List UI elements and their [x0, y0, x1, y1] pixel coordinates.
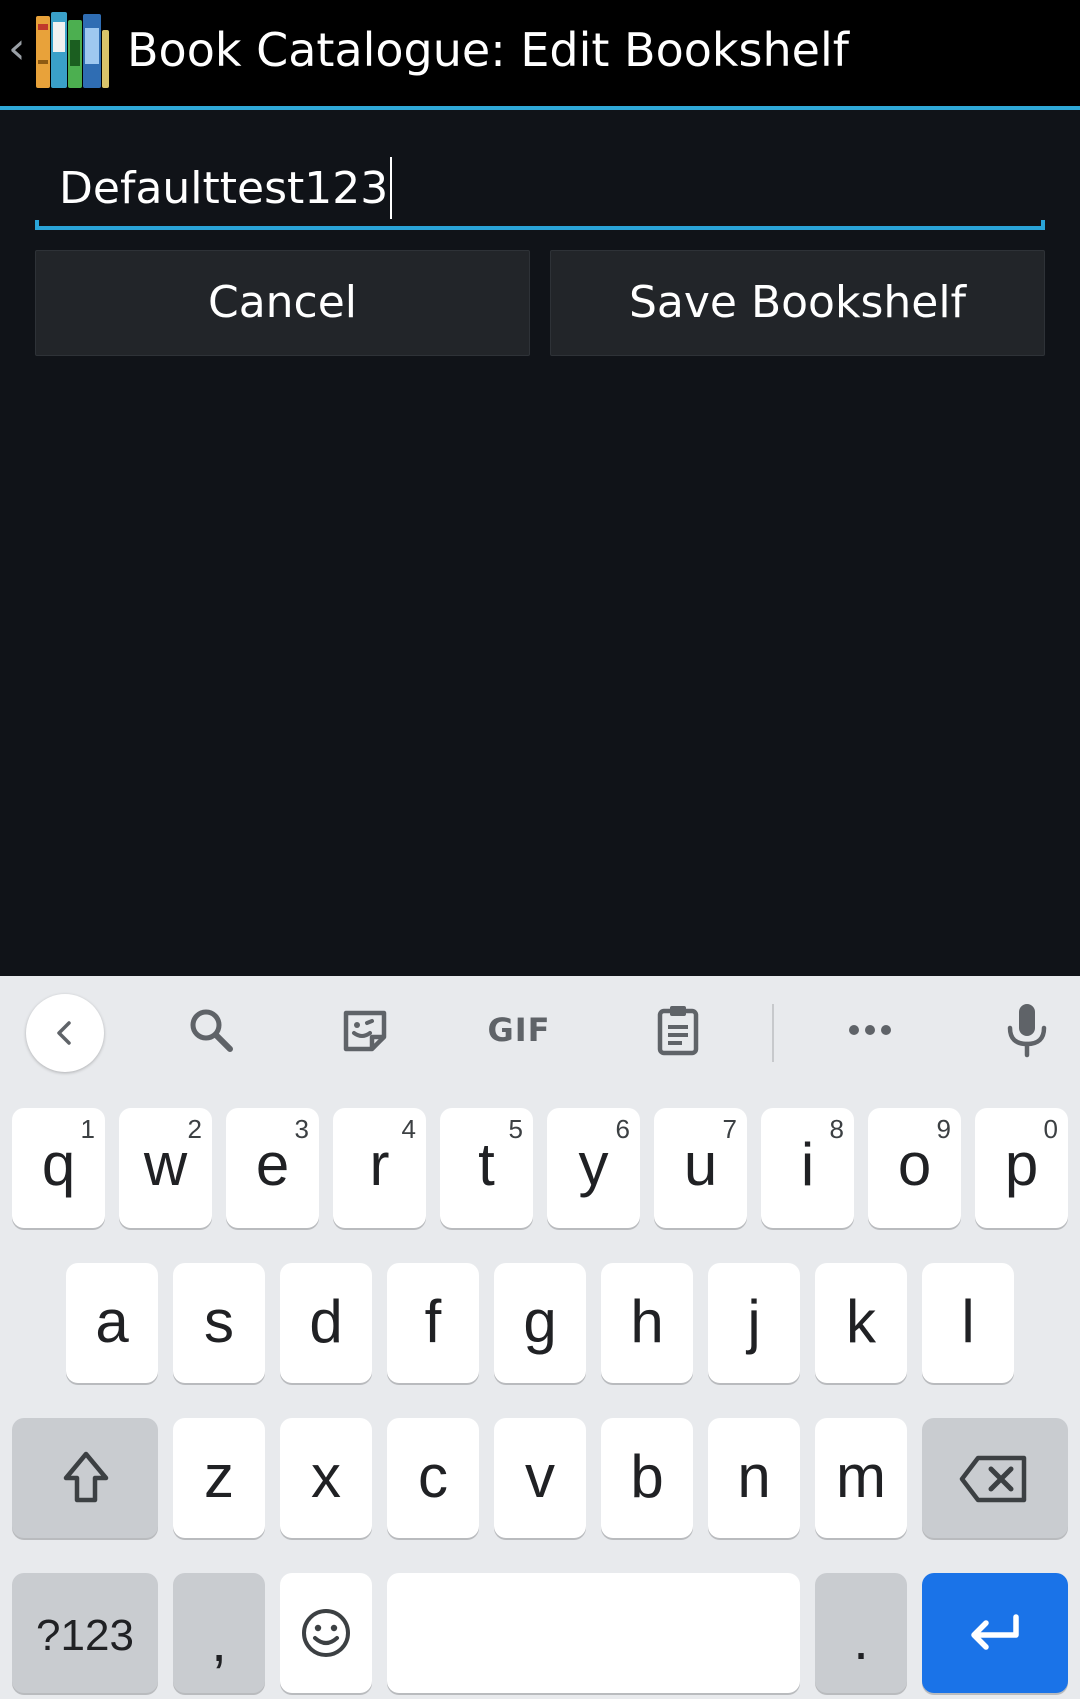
page-title: Book Catalogue: Edit Bookshelf — [127, 23, 849, 77]
voice-input-button[interactable] — [987, 990, 1067, 1070]
key-u[interactable]: u7 — [654, 1108, 747, 1228]
shift-key[interactable] — [12, 1418, 158, 1538]
toolbar-divider — [772, 1004, 774, 1062]
action-bar: ‹ Book Catalogue: Edit Bookshelf — [0, 0, 1080, 110]
enter-icon — [971, 1614, 1019, 1650]
cancel-button[interactable]: Cancel — [35, 250, 530, 356]
more-button[interactable] — [830, 990, 910, 1070]
key-g[interactable]: g — [494, 1263, 586, 1383]
emoji-icon — [302, 1609, 350, 1657]
input-edge-right — [1041, 220, 1045, 230]
key-y[interactable]: y6 — [547, 1108, 640, 1228]
gif-button[interactable]: GIF — [479, 990, 559, 1070]
space-key[interactable] — [387, 1573, 800, 1693]
key-m[interactable]: m — [815, 1418, 907, 1538]
key-q[interactable]: q1 — [12, 1108, 105, 1228]
key-j[interactable]: j — [708, 1263, 800, 1383]
key-v[interactable]: v — [494, 1418, 586, 1538]
key-p[interactable]: p0 — [975, 1108, 1068, 1228]
key-x[interactable]: x — [280, 1418, 372, 1538]
key-w[interactable]: w2 — [119, 1108, 212, 1228]
bookshelf-name-input[interactable]: Defaulttest123 — [35, 150, 1045, 230]
key-h[interactable]: h — [601, 1263, 693, 1383]
key-s[interactable]: s — [173, 1263, 265, 1383]
key-z[interactable]: z — [173, 1418, 265, 1538]
input-edge-left — [35, 220, 39, 230]
key-o[interactable]: o9 — [868, 1108, 961, 1228]
comma-key[interactable]: , — [173, 1573, 265, 1693]
clipboard-icon — [657, 1006, 699, 1056]
chevron-left-icon — [57, 1021, 71, 1045]
key-a[interactable]: a — [66, 1263, 158, 1383]
key-e[interactable]: e3 — [226, 1108, 319, 1228]
key-d[interactable]: d — [280, 1263, 372, 1383]
books-icon[interactable] — [32, 10, 110, 90]
clipboard-button[interactable] — [638, 990, 718, 1070]
content-area — [0, 110, 1080, 976]
key-r[interactable]: r4 — [333, 1108, 426, 1228]
key-n[interactable]: n — [708, 1418, 800, 1538]
key-b[interactable]: b — [601, 1418, 693, 1538]
sticker-icon — [343, 1010, 387, 1052]
key-i[interactable]: i8 — [761, 1108, 854, 1228]
enter-key[interactable] — [922, 1573, 1068, 1693]
more-horizontal-icon — [849, 1025, 891, 1035]
search-button[interactable] — [171, 990, 251, 1070]
symbols-key[interactable]: ?123 — [12, 1573, 158, 1693]
gif-label: GIF — [487, 1011, 551, 1049]
key-k[interactable]: k — [815, 1263, 907, 1383]
key-l[interactable]: l — [922, 1263, 1014, 1383]
text-caret — [390, 157, 393, 219]
microphone-icon — [1007, 1004, 1047, 1058]
period-key[interactable]: . — [815, 1573, 907, 1693]
backspace-icon — [959, 1455, 1027, 1503]
key-c[interactable]: c — [387, 1418, 479, 1538]
key-f[interactable]: f — [387, 1263, 479, 1383]
shift-icon — [63, 1451, 109, 1503]
key-t[interactable]: t5 — [440, 1108, 533, 1228]
bookshelf-name-value: Defaulttest123 — [59, 162, 389, 214]
emoji-key[interactable] — [280, 1573, 372, 1693]
search-icon — [190, 1009, 233, 1052]
back-chevron-icon[interactable]: ‹ — [8, 26, 30, 72]
keyboard-collapse-button[interactable] — [26, 994, 104, 1072]
sticker-button[interactable] — [325, 990, 405, 1070]
backspace-key[interactable] — [922, 1418, 1068, 1538]
save-bookshelf-button[interactable]: Save Bookshelf — [550, 250, 1045, 356]
